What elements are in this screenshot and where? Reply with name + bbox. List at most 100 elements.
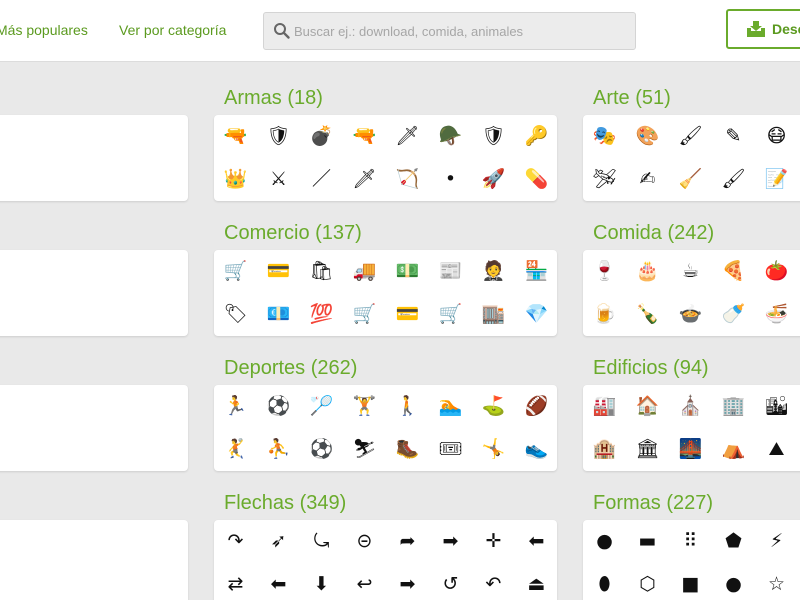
- right-arrow-icon[interactable]: ➡: [429, 520, 472, 563]
- navigation-arrow-icon[interactable]: ➶: [257, 520, 300, 563]
- tea-cup-icon[interactable]: ☕: [669, 250, 712, 293]
- filled-circle-icon[interactable]: ●: [712, 563, 755, 600]
- pencil-icon[interactable]: ✎: [712, 115, 755, 158]
- rectangle-icon[interactable]: ▬: [626, 520, 669, 563]
- swap-arrows-icon[interactable]: ⇄: [214, 563, 257, 600]
- museum-icon[interactable]: 🏛: [626, 428, 669, 471]
- bottle-icon[interactable]: 🍼: [712, 293, 755, 336]
- writing-icon[interactable]: ✍: [626, 158, 669, 201]
- category-title-comida[interactable]: Comida (242): [593, 222, 714, 245]
- category-title-edificios[interactable]: Edificios (94): [593, 357, 709, 380]
- cart-icon[interactable]: 🛒: [343, 293, 386, 336]
- tomato-icon[interactable]: 🍅: [755, 250, 798, 293]
- golf-flag-icon[interactable]: ⛳: [472, 385, 515, 428]
- category-title-comercio[interactable]: Comercio (137): [224, 222, 362, 245]
- nav-link-by-category[interactable]: Ver por categoría: [119, 22, 226, 38]
- eraser-icon[interactable]: 🧹: [669, 158, 712, 201]
- category-title-deportes[interactable]: Deportes (262): [224, 357, 357, 380]
- back-arrow-icon[interactable]: ↶: [472, 563, 515, 600]
- soccer-icon[interactable]: ⚽: [257, 385, 300, 428]
- football-icon[interactable]: 🏈: [515, 385, 557, 428]
- helmet-icon[interactable]: 🪖: [429, 115, 472, 158]
- handgun-icon[interactable]: 🔫: [343, 115, 386, 158]
- pizza-icon[interactable]: 🍕: [712, 250, 755, 293]
- paper-plane-icon[interactable]: 🛩: [583, 158, 626, 201]
- skiing-icon[interactable]: ⛷: [343, 428, 386, 471]
- left-arrow-icon[interactable]: ⬅: [515, 520, 557, 563]
- bridge-icon[interactable]: 🌉: [669, 428, 712, 471]
- lightning-icon[interactable]: ⚡: [755, 520, 798, 563]
- skyscraper-icon[interactable]: 🏙: [755, 385, 798, 428]
- newspaper-icon[interactable]: 📰: [429, 250, 472, 293]
- theater-masks-icon[interactable]: 🎭: [583, 115, 626, 158]
- tag-icon[interactable]: 🏷: [214, 293, 257, 336]
- swimming-icon[interactable]: 🏊: [429, 385, 472, 428]
- missile-icon[interactable]: 🚀: [472, 158, 515, 201]
- pistol-icon[interactable]: 🔫: [214, 115, 257, 158]
- office-icon[interactable]: 🏢: [712, 385, 755, 428]
- circle-icon[interactable]: ●: [583, 520, 626, 563]
- grenade-icon[interactable]: 💣: [300, 115, 343, 158]
- hiking-icon[interactable]: 🥾: [386, 428, 429, 471]
- percent-icon[interactable]: 💯: [300, 293, 343, 336]
- search-input[interactable]: [294, 14, 629, 48]
- knife-icon[interactable]: 🗡: [386, 115, 429, 158]
- category-title-formas[interactable]: Formas (227): [593, 492, 713, 515]
- category-title-flechas[interactable]: Flechas (349): [224, 492, 346, 515]
- star-outline-icon[interactable]: ☆: [755, 563, 798, 600]
- hotel-icon[interactable]: 🏨: [583, 428, 626, 471]
- sneaker-icon[interactable]: 👟: [515, 428, 557, 471]
- bowl-icon[interactable]: 🍜: [755, 293, 798, 336]
- sword-icon[interactable]: ／: [300, 158, 343, 201]
- category-title-arte[interactable]: Arte (51): [593, 87, 671, 110]
- forward-arrow-icon[interactable]: ➦: [386, 520, 429, 563]
- download-button[interactable]: Descargar: [726, 9, 800, 49]
- crossed-swords-icon[interactable]: ⚔: [257, 158, 300, 201]
- ticket-icon[interactable]: 🎟: [429, 428, 472, 471]
- cake-icon[interactable]: 🎂: [626, 250, 669, 293]
- reply-icon[interactable]: ↩: [343, 563, 386, 600]
- factory-icon[interactable]: 🏭: [583, 385, 626, 428]
- brush-icon[interactable]: 🖌: [712, 158, 755, 201]
- search-box[interactable]: [263, 12, 636, 50]
- shopping-bag-icon[interactable]: 🛍: [300, 250, 343, 293]
- crown-icon[interactable]: 👑: [214, 158, 257, 201]
- square-icon[interactable]: ■: [669, 563, 712, 600]
- credit-card-icon[interactable]: 💳: [257, 250, 300, 293]
- wine-bottle-icon[interactable]: 🍾: [626, 293, 669, 336]
- bullet-icon[interactable]: 🔑: [515, 115, 557, 158]
- edit-icon[interactable]: 📝: [755, 158, 798, 201]
- diamond-icon[interactable]: 💎: [515, 293, 557, 336]
- mortar-icon[interactable]: 🏹: [386, 158, 429, 201]
- shopping-cart-icon[interactable]: 🛒: [429, 293, 472, 336]
- house-icon[interactable]: 🏠: [626, 385, 669, 428]
- cash-icon[interactable]: 💵: [386, 250, 429, 293]
- store-icon[interactable]: 🏪: [515, 250, 557, 293]
- rifle-icon[interactable]: 🗡: [343, 158, 386, 201]
- badminton-icon[interactable]: 🏸: [300, 385, 343, 428]
- paintbrush-icon[interactable]: 🖌: [669, 115, 712, 158]
- gymnast-icon[interactable]: 🤸: [472, 428, 515, 471]
- arrow-circle-icon[interactable]: ⊝: [343, 520, 386, 563]
- down-arrow-icon[interactable]: ⬇: [300, 563, 343, 600]
- diving-icon[interactable]: 🤾: [214, 428, 257, 471]
- walking-icon[interactable]: 🚶: [386, 385, 429, 428]
- shield-icon[interactable]: 🛡: [257, 115, 300, 158]
- undo-icon[interactable]: ↺: [429, 563, 472, 600]
- shop-awning-icon[interactable]: 🏬: [472, 293, 515, 336]
- ball-icon[interactable]: ⚽: [300, 428, 343, 471]
- businessman-icon[interactable]: 🤵: [472, 250, 515, 293]
- u-turn-icon[interactable]: ⤿: [300, 520, 343, 563]
- mountain-icon[interactable]: ⛰: [755, 428, 798, 471]
- tent-icon[interactable]: ⛺: [712, 428, 755, 471]
- palette-icon[interactable]: 🎨: [626, 115, 669, 158]
- category-title-armas[interactable]: Armas (18): [224, 87, 323, 110]
- badge-shield-icon[interactable]: 🛡: [472, 115, 515, 158]
- exit-icon[interactable]: ⏏: [515, 563, 557, 600]
- hand-truck-icon[interactable]: 🛒: [214, 250, 257, 293]
- church-icon[interactable]: ⛪: [669, 385, 712, 428]
- cooking-pot-icon[interactable]: 🍲: [669, 293, 712, 336]
- player-icon[interactable]: ⛹: [257, 428, 300, 471]
- wine-glass-icon[interactable]: 🍷: [583, 250, 626, 293]
- curved-arrow-icon[interactable]: ↷: [214, 520, 257, 563]
